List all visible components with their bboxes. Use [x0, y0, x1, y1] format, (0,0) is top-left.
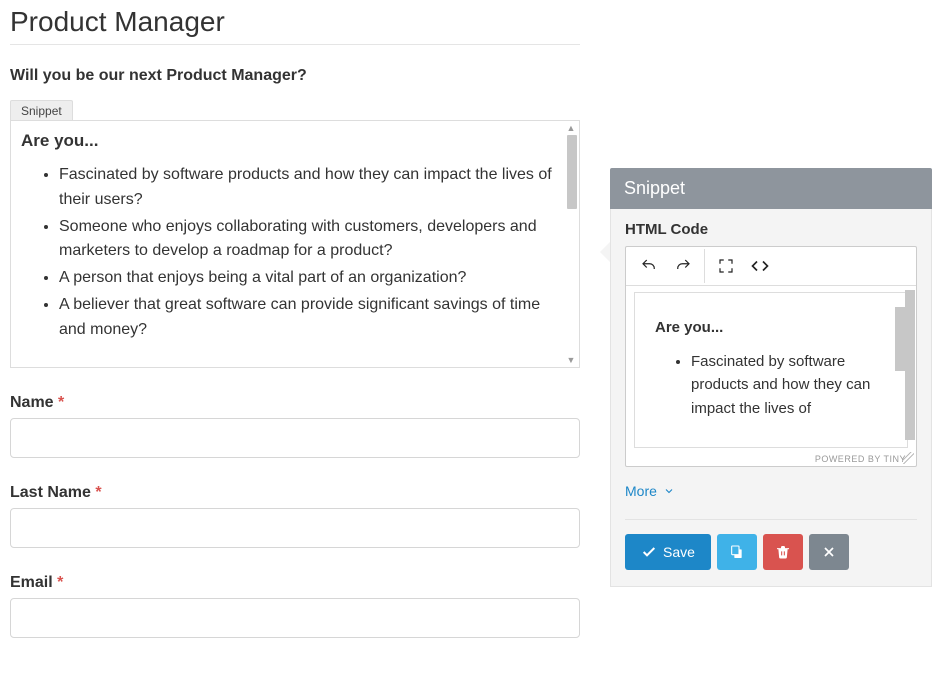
code-icon: [751, 257, 769, 275]
editor-area[interactable]: Are you... Fascinated by software produc…: [626, 286, 916, 466]
source-code-button[interactable]: [743, 249, 777, 283]
delete-button[interactable]: [763, 534, 803, 570]
panel-pointer-icon: [600, 242, 610, 262]
required-marker: *: [58, 394, 64, 411]
main-content: Product Manager Will you be our next Pro…: [0, 0, 590, 648]
required-marker: *: [95, 484, 101, 501]
required-marker: *: [57, 574, 63, 591]
chevron-down-icon: [663, 485, 675, 497]
email-input[interactable]: [10, 598, 580, 638]
panel-body: HTML Code: [610, 209, 932, 587]
check-icon: [641, 544, 657, 560]
trash-icon: [775, 544, 791, 560]
more-toggle[interactable]: More: [625, 483, 675, 499]
snippet-bullet-list: Fascinated by software products and how …: [21, 163, 557, 343]
label-text: Email: [10, 574, 53, 591]
label-text: Last Name: [10, 484, 91, 501]
scroll-thumb[interactable]: [905, 290, 915, 440]
copy-icon: [729, 544, 745, 560]
label-text: Name: [10, 394, 54, 411]
list-item: A believer that great software can provi…: [59, 293, 557, 343]
page-subheading: Will you be our next Product Manager?: [10, 67, 580, 85]
divider: [625, 519, 917, 520]
copy-button[interactable]: [717, 534, 757, 570]
html-editor: Are you... Fascinated by software produc…: [625, 246, 917, 467]
panel-title: Snippet: [610, 168, 932, 209]
scroll-thumb[interactable]: [567, 135, 577, 209]
save-label: Save: [663, 544, 695, 560]
email-label: Email *: [10, 574, 580, 592]
redo-icon: [674, 257, 692, 275]
editor-toolbar: [626, 247, 916, 286]
close-icon: [821, 544, 837, 560]
name-label: Name *: [10, 394, 580, 412]
snippet-content: Are you... Fascinated by software produc…: [11, 121, 579, 367]
editor-preview: Are you... Fascinated by software produc…: [634, 292, 908, 448]
list-item: Fascinated by software products and how …: [691, 350, 887, 420]
lastname-input[interactable]: [10, 508, 580, 548]
html-code-label: HTML Code: [625, 221, 917, 238]
save-button[interactable]: Save: [625, 534, 711, 570]
snippet-editor[interactable]: Are you... Fascinated by software produc…: [10, 120, 580, 368]
name-input[interactable]: [10, 418, 580, 458]
list-item: A person that enjoys being a vital part …: [59, 266, 557, 291]
preview-heading: Are you...: [655, 319, 887, 336]
scroll-up-icon[interactable]: ▲: [567, 123, 576, 133]
scrollbar[interactable]: ▲ ▼: [565, 123, 577, 365]
redo-button[interactable]: [666, 249, 700, 283]
close-button[interactable]: [809, 534, 849, 570]
undo-icon: [640, 257, 658, 275]
list-item: Someone who enjoys collaborating with cu…: [59, 215, 557, 265]
list-item: Fascinated by software products and how …: [59, 163, 557, 213]
powered-by-label: POWERED BY TINY: [815, 454, 906, 464]
fullscreen-button[interactable]: [709, 249, 743, 283]
panel-actions: Save: [625, 534, 917, 570]
scroll-down-icon[interactable]: ▼: [567, 355, 576, 365]
undo-button[interactable]: [632, 249, 666, 283]
snippet-heading: Are you...: [21, 131, 557, 151]
property-panel: Snippet HTML Code: [610, 168, 932, 587]
page-title: Product Manager: [10, 6, 580, 45]
more-label: More: [625, 483, 657, 499]
scrollbar[interactable]: [903, 286, 917, 467]
snippet-tab[interactable]: Snippet: [10, 100, 73, 121]
lastname-label: Last Name *: [10, 484, 580, 502]
preview-bullet-list: Fascinated by software products and how …: [655, 350, 887, 420]
fullscreen-icon: [717, 257, 735, 275]
